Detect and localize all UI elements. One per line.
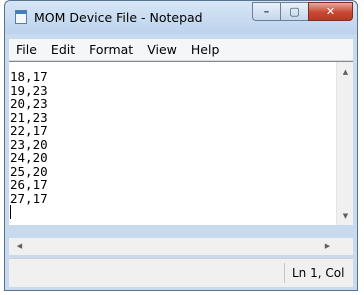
menu-file[interactable]: File [9, 39, 44, 60]
menu-edit[interactable]: Edit [44, 39, 82, 60]
text-line: 19,23 [10, 82, 48, 98]
title-bar[interactable]: MOM Device File - Notepad – ▢ ✕ [5, 1, 357, 34]
scroll-right-arrow-icon[interactable]: ▶ [319, 238, 336, 255]
text-line: 18,17 [10, 69, 48, 84]
minimize-icon: – [263, 5, 270, 18]
close-icon: ✕ [325, 5, 336, 18]
notepad-icon[interactable] [15, 10, 27, 24]
maximize-icon: ▢ [289, 5, 300, 18]
window-title: MOM Device File - Notepad [34, 10, 203, 25]
status-bar: Ln 1, Col [9, 258, 353, 287]
close-button[interactable]: ✕ [308, 2, 353, 21]
minimize-button[interactable]: – [252, 2, 280, 21]
scrollbar-corner [336, 238, 353, 255]
text-line: 20,23 [10, 96, 48, 111]
menu-format[interactable]: Format [82, 39, 140, 60]
menu-help[interactable]: Help [184, 39, 227, 60]
text-caret [10, 205, 11, 219]
text-line: 21,23 [10, 109, 48, 125]
text-editor[interactable]: 18,17 19,23 20,23 21,23 22,17 23,20 24,2… [9, 61, 353, 225]
vertical-scrollbar[interactable]: ▲ ▼ [336, 62, 353, 225]
editor-text[interactable]: 18,17 19,23 20,23 21,23 22,17 23,20 24,2… [10, 70, 48, 219]
status-divider [284, 263, 285, 283]
notepad-window: MOM Device File - Notepad – ▢ ✕ File Edi… [4, 0, 358, 291]
text-line: 26,17 [10, 177, 48, 192]
menu-bar: File Edit Format View Help [9, 39, 353, 61]
text-line: 27,17 [10, 190, 48, 206]
text-line: 23,20 [10, 136, 48, 152]
horizontal-scrollbar[interactable]: ◀ ▶ [9, 238, 336, 255]
cursor-position: Ln 1, Col [292, 266, 345, 280]
scroll-up-arrow-icon[interactable]: ▲ [337, 64, 354, 81]
text-line: 25,20 [10, 163, 48, 179]
menu-view[interactable]: View [140, 39, 184, 60]
maximize-button[interactable]: ▢ [280, 2, 308, 21]
scroll-down-arrow-icon[interactable]: ▼ [337, 208, 354, 225]
text-line: 24,20 [10, 150, 48, 165]
scroll-left-arrow-icon[interactable]: ◀ [11, 238, 28, 255]
text-line: 22,17 [10, 123, 48, 138]
caption-buttons: – ▢ ✕ [252, 2, 353, 22]
